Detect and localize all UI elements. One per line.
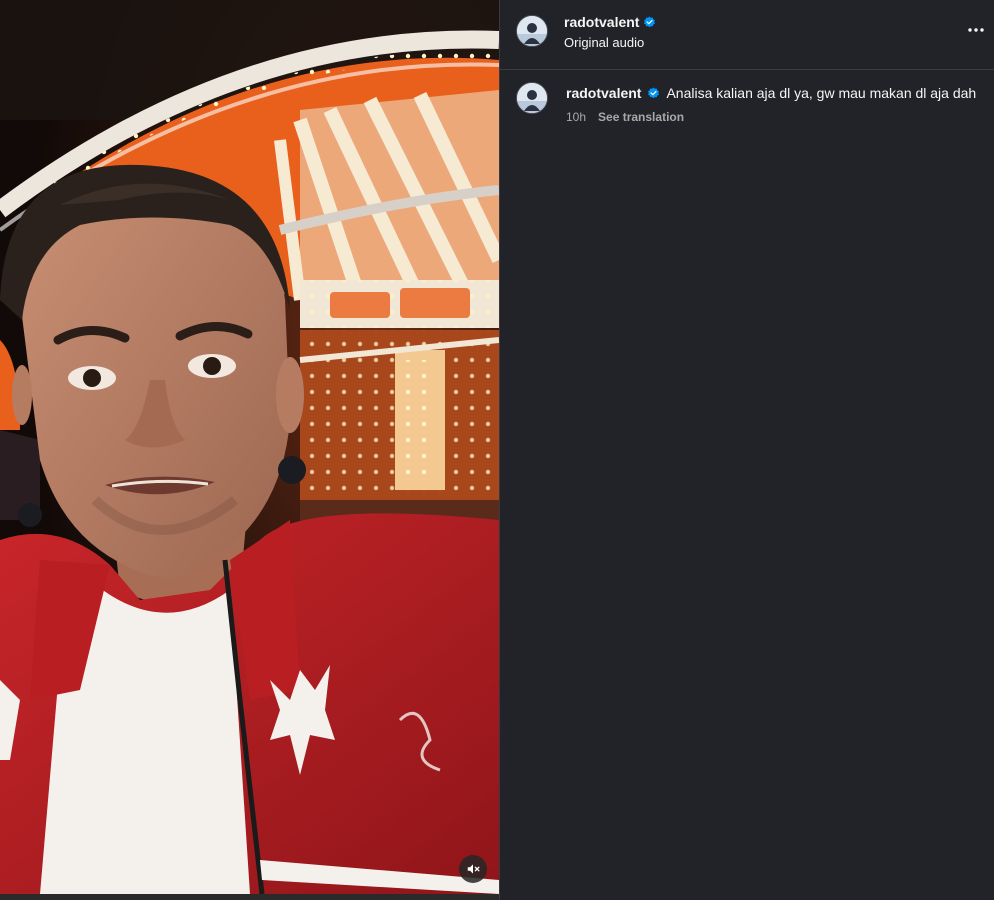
avatar[interactable] bbox=[516, 15, 548, 47]
more-options-button[interactable] bbox=[964, 18, 988, 42]
caption-username-link[interactable]: radotvalent bbox=[566, 84, 641, 102]
carousel-sign bbox=[300, 280, 499, 328]
jacket bbox=[0, 513, 499, 894]
username-link[interactable]: radotvalent bbox=[564, 14, 639, 30]
video-player[interactable] bbox=[0, 0, 499, 900]
post-side-panel: radotvalent Original audio radotvalent A… bbox=[499, 0, 994, 900]
avatar[interactable] bbox=[516, 82, 548, 114]
header-username-row: radotvalent bbox=[564, 14, 656, 30]
see-translation-button[interactable]: See translation bbox=[598, 108, 684, 126]
video-frame[interactable] bbox=[0, 0, 499, 894]
caption-text: Analisa kalian aja dl ya, gw mau makan d… bbox=[666, 85, 977, 101]
original-audio-link[interactable]: Original audio bbox=[564, 35, 644, 50]
caption-line: radotvalent Analisa kalian aja dl ya, gw… bbox=[566, 84, 981, 102]
speaker-muted-icon bbox=[467, 864, 480, 874]
post-timestamp[interactable]: 10h bbox=[566, 108, 586, 126]
carousel-body bbox=[299, 330, 499, 530]
caption-meta: 10h See translation bbox=[566, 108, 981, 126]
caption: radotvalent Analisa kalian aja dl ya, gw… bbox=[566, 84, 981, 126]
more-horizontal-icon bbox=[968, 28, 984, 32]
verified-badge-icon bbox=[648, 87, 660, 98]
mute-toggle-button[interactable] bbox=[459, 855, 487, 883]
video-bottom-strip bbox=[0, 894, 499, 900]
verified-badge-icon bbox=[644, 16, 656, 27]
post-header: radotvalent Original audio bbox=[500, 0, 994, 70]
reel-viewer: radotvalent Original audio radotvalent A… bbox=[0, 0, 994, 900]
